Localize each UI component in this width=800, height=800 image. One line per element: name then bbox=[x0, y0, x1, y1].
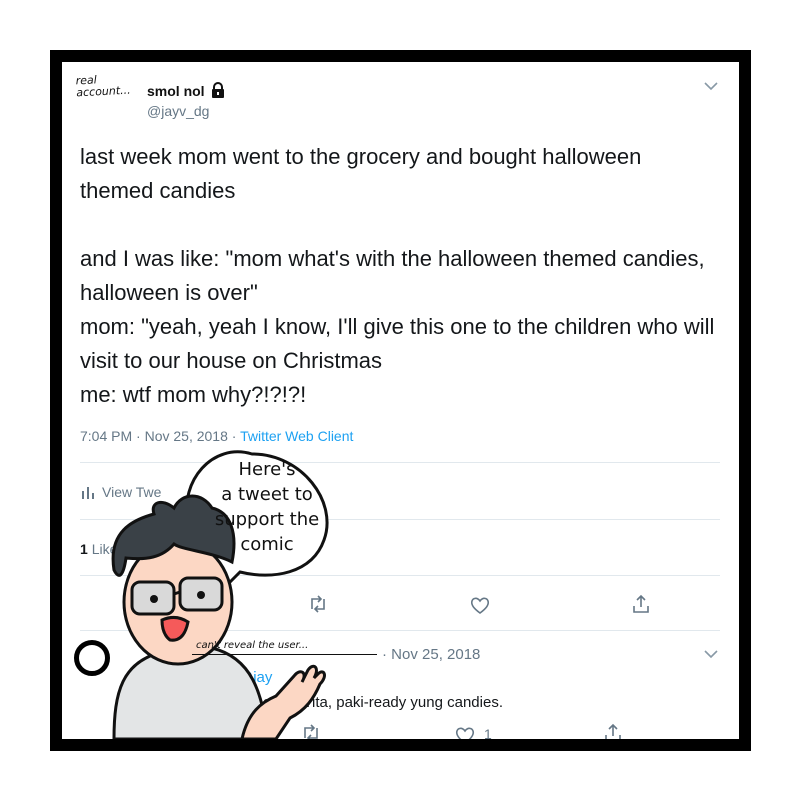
caption-underline bbox=[192, 654, 377, 655]
comic-character bbox=[111, 450, 329, 739]
speech-bubble-text: Here's a tweet to support the comic bbox=[214, 459, 320, 555]
caption-text: can't reveal the user... bbox=[196, 640, 309, 651]
comic-panel: real account... smol nol @jayv_dg last w… bbox=[62, 62, 739, 739]
